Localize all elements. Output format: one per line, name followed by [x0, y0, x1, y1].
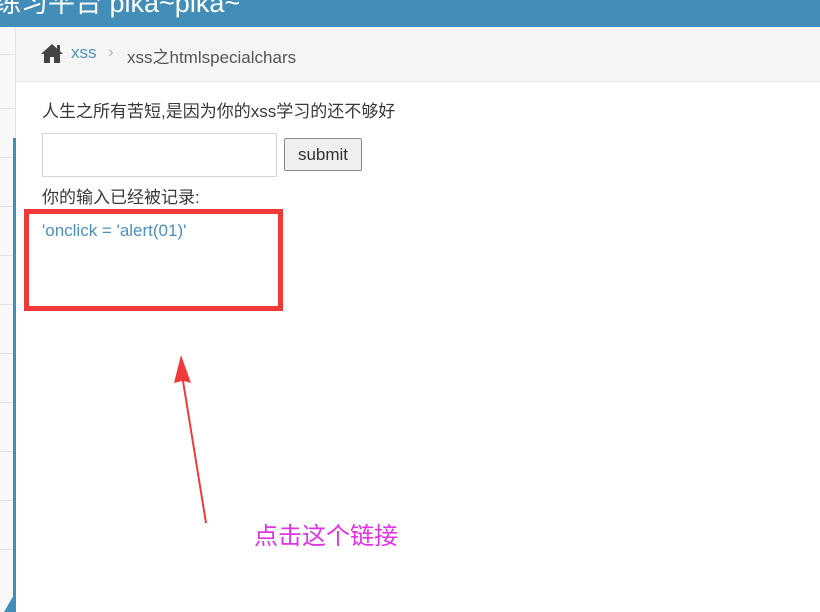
- annotation-arrow-icon: [174, 355, 207, 523]
- top-navbar: 练习平台 pika~pika~: [0, 0, 820, 27]
- breadcrumb: xss › xss之htmlspecialchars: [16, 27, 820, 82]
- annotation-highlight-box: [24, 209, 283, 311]
- sidebar-divider: [0, 54, 15, 55]
- chevron-right-icon: ›: [108, 42, 114, 61]
- message-input[interactable]: [42, 133, 277, 177]
- home-icon[interactable]: [40, 43, 64, 64]
- intro-text: 人生之所有苦短,是因为你的xss学习的还不够好: [42, 102, 396, 121]
- app-title: 练习平台 pika~pika~: [0, 0, 241, 18]
- logged-input-label: 你的输入已经被记录:: [42, 188, 200, 207]
- sidebar-active-indicator: [13, 138, 16, 612]
- sidebar-collapse-toggle[interactable]: [4, 593, 15, 612]
- submit-button[interactable]: submit: [284, 138, 362, 171]
- breadcrumb-current: xss之htmlspecialchars: [127, 48, 297, 67]
- annotation-text: 点击这个链接: [254, 523, 398, 550]
- sidebar-divider: [0, 108, 15, 109]
- breadcrumb-link-xss[interactable]: xss: [71, 43, 97, 63]
